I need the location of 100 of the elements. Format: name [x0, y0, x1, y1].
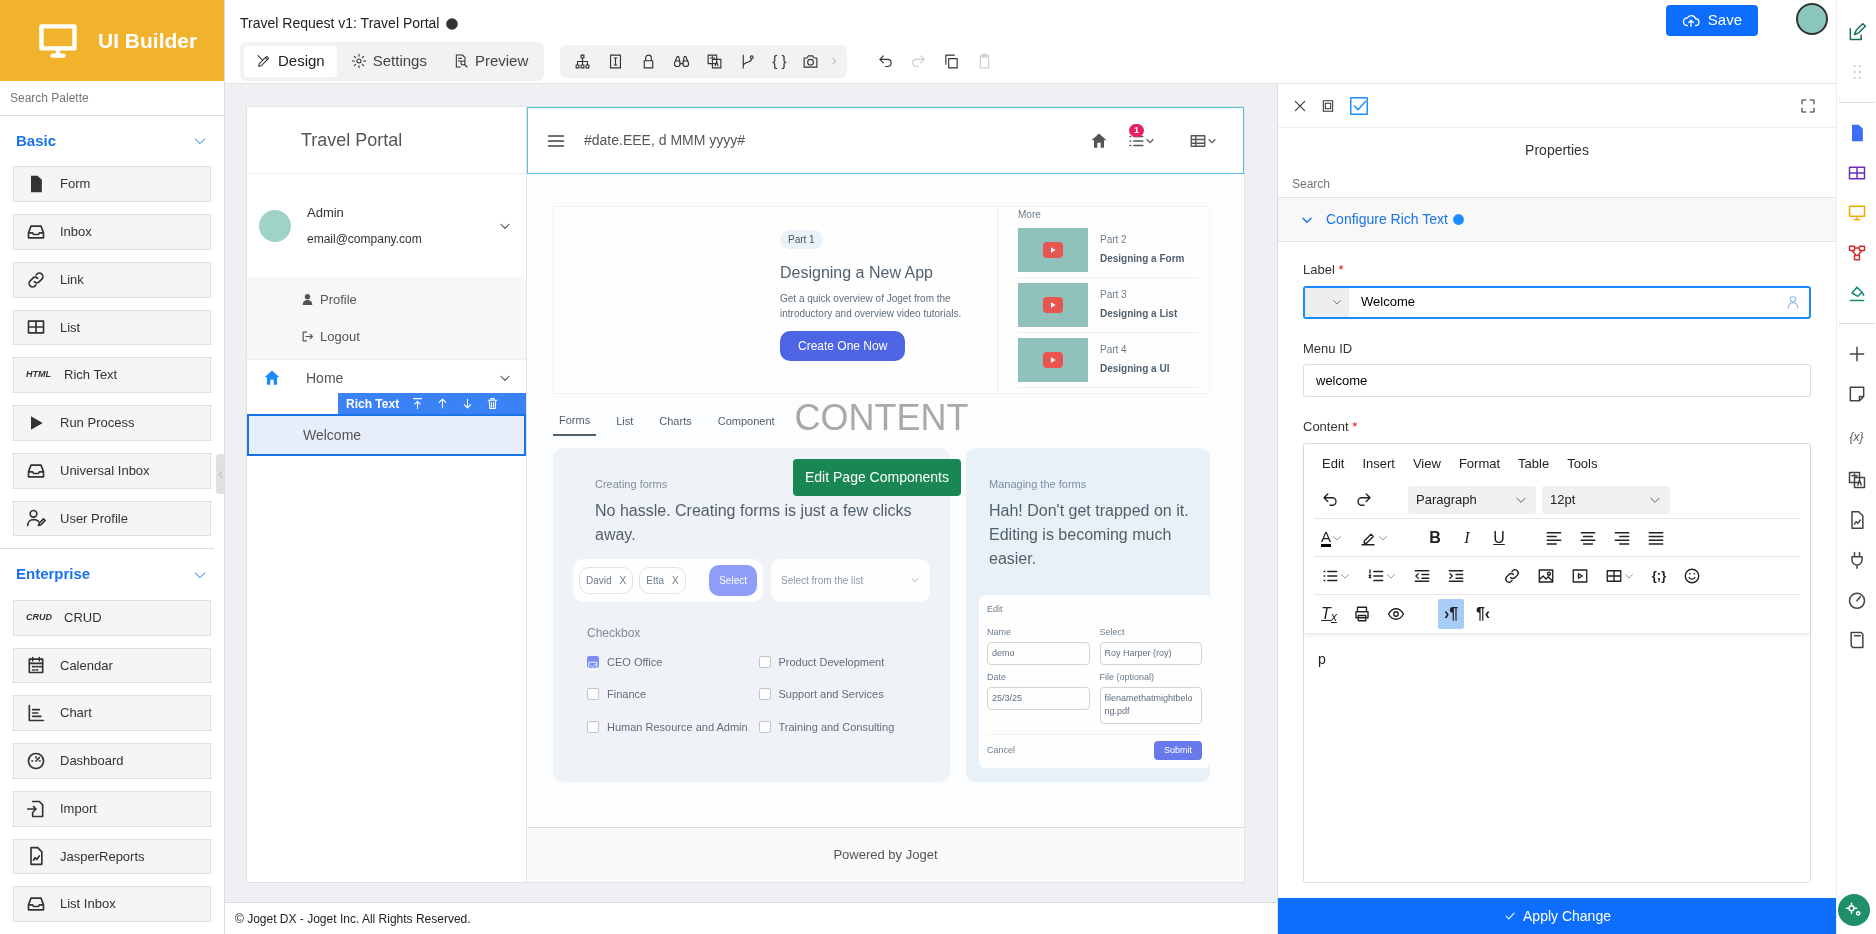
play-button[interactable]	[1043, 352, 1063, 368]
content-tab[interactable]: Forms	[553, 410, 597, 436]
palette-item[interactable]: User Profile	[13, 500, 211, 537]
input-field[interactable]: Welcome	[1303, 285, 1811, 319]
checkbox[interactable]	[587, 688, 599, 701]
form-title: Edit	[987, 602, 1004, 616]
name-chip[interactable]: David X	[579, 566, 634, 594]
editor-menu[interactable]: Edit	[1322, 453, 1345, 473]
redo-icon	[910, 52, 928, 70]
checkbox-group-title: Checkbox	[587, 624, 642, 642]
palette-item[interactable]: Import	[13, 790, 211, 827]
format-button[interactable]: U	[1486, 522, 1512, 553]
palette-item[interactable]: Form	[13, 166, 211, 202]
block-format-select[interactable]: Paragraph	[1408, 485, 1536, 514]
translate-icon	[1846, 470, 1867, 490]
editor-content: p	[1317, 650, 1327, 669]
mode-tab[interactable]: Settings	[338, 46, 439, 77]
format-button[interactable]: B	[1422, 522, 1448, 553]
palette-item[interactable]: CRUD CRUD	[13, 599, 211, 636]
play-button[interactable]	[1043, 242, 1063, 258]
video-title[interactable]: Designing a Form	[1100, 251, 1185, 266]
menu-item[interactable]: Welcome	[247, 414, 526, 456]
name-chip[interactable]: Etta X	[639, 566, 686, 594]
clear-format-button[interactable]: T$_{x}$	[1316, 599, 1342, 629]
mode-tab[interactable]: Design	[244, 46, 337, 77]
chart-icon	[26, 703, 46, 724]
mode-tab[interactable]: Preview	[440, 46, 541, 77]
chevron-left-icon	[216, 469, 225, 479]
palette-item[interactable]: Chart	[13, 695, 211, 731]
palette-item[interactable]: List	[13, 309, 211, 346]
gauge-button[interactable]	[1846, 590, 1867, 610]
format-button[interactable]: ¶‹	[1470, 599, 1496, 629]
move-top-icon	[411, 397, 425, 410]
table-icon	[1846, 163, 1867, 183]
submit-button[interactable]: Submit	[1154, 740, 1202, 760]
palette-item[interactable]: Universal Inbox	[13, 452, 211, 489]
palette-item[interactable]: HTML Rich Text	[13, 357, 211, 393]
play-button[interactable]	[1043, 297, 1063, 313]
palette-item[interactable]: Run Process	[13, 405, 211, 441]
format-button[interactable]: I	[1454, 522, 1480, 553]
printer-icon	[1353, 605, 1371, 623]
palette-item[interactable]: Link	[13, 261, 211, 298]
checkbox-button[interactable]	[1348, 94, 1370, 117]
checkbox[interactable]	[758, 720, 771, 733]
nodes-button[interactable]	[1846, 243, 1867, 263]
checkbox[interactable]	[587, 655, 599, 668]
window-button[interactable]	[1320, 97, 1336, 114]
editor-menu[interactable]: Tools	[1567, 453, 1598, 473]
palette-item[interactable]: Calendar	[13, 647, 211, 684]
section-header[interactable]: Configure Rich Text	[1278, 198, 1836, 242]
text-input[interactable]: welcome	[1304, 370, 1810, 391]
palette-item[interactable]: Dashboard	[13, 743, 211, 779]
code-button[interactable]: { }	[766, 50, 793, 73]
calendar-icon	[26, 655, 46, 676]
panel-title: Properties	[1524, 141, 1590, 160]
apply-button[interactable]: Apply Change	[1278, 898, 1836, 934]
edit-components-button[interactable]: Edit Page Components	[793, 459, 961, 496]
content-tab[interactable]: Charts	[653, 410, 698, 436]
language-dropdown[interactable]	[1305, 287, 1349, 317]
content-tab[interactable]: Component	[711, 410, 781, 436]
text-color-button[interactable]: A	[1316, 525, 1348, 550]
editor-menu[interactable]: Insert	[1362, 453, 1395, 473]
video-title[interactable]: Designing a List	[1100, 306, 1178, 321]
save-button[interactable]: Save	[1665, 5, 1758, 36]
editor-menu[interactable]: Format	[1458, 453, 1501, 473]
palette-item[interactable]: Inbox	[13, 214, 211, 250]
checkbox[interactable]	[587, 720, 599, 733]
palette-item[interactable]: List Inbox	[13, 886, 211, 922]
nodes-icon	[1846, 243, 1867, 263]
format-button[interactable]: ›¶	[1438, 599, 1464, 629]
menu-item[interactable]: Home	[247, 360, 526, 396]
field-label: Content *	[1303, 418, 1359, 436]
checkbox[interactable]	[758, 688, 771, 701]
hero-title: Designing a New App	[780, 263, 934, 283]
user-avatar	[259, 209, 291, 242]
copy-icon	[943, 52, 961, 70]
checkbox-label: Support and Services	[778, 687, 884, 702]
input-field[interactable]: welcome	[1303, 364, 1811, 397]
notification-badge: 1	[1129, 123, 1144, 137]
video-title[interactable]: Designing a UI	[1100, 361, 1170, 376]
translate-button[interactable]	[1846, 470, 1867, 490]
text-input[interactable]: Welcome	[1349, 292, 1785, 312]
checkbox[interactable]	[758, 655, 771, 668]
editor-menu[interactable]: Table	[1518, 453, 1550, 473]
font-size-select[interactable]: 12pt	[1542, 485, 1670, 514]
variables-button[interactable]: {x}	[1843, 424, 1870, 450]
tag-label: CRUD	[26, 610, 50, 624]
collapse-handle[interactable]	[216, 454, 225, 494]
settings-button[interactable]	[1838, 894, 1870, 926]
format-button[interactable]: {;}	[1646, 562, 1672, 589]
editor-menu[interactable]: View	[1412, 453, 1441, 473]
home-icon	[262, 368, 282, 388]
palette-item[interactable]: JasperReports	[13, 838, 211, 875]
create-button[interactable]: Create One Now	[780, 331, 906, 361]
content-tab[interactable]: List	[610, 410, 640, 436]
user-menu-item[interactable]: Profile	[247, 281, 526, 318]
user-menu-item[interactable]: Logout	[247, 318, 526, 355]
card-eyebrow: Managing the forms	[988, 477, 1087, 492]
user-avatar[interactable]	[1796, 3, 1828, 35]
table-button[interactable]	[1846, 163, 1867, 183]
